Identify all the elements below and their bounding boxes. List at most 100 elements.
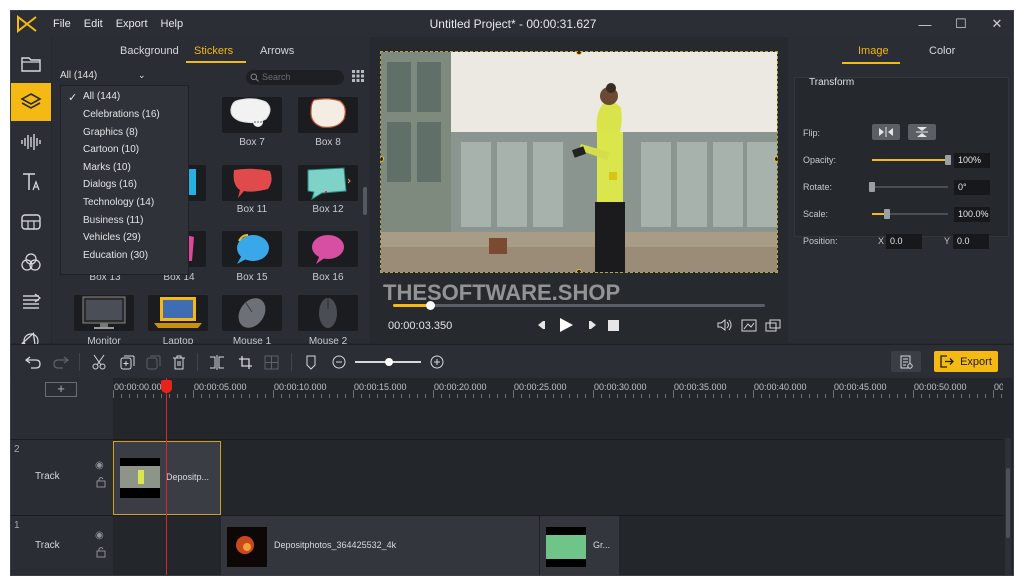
close-icon[interactable]: ✕ xyxy=(979,11,1013,37)
category-option[interactable]: Cartoon (10) xyxy=(61,141,190,158)
zoom-slider[interactable] xyxy=(355,358,421,366)
zoom-in-icon[interactable] xyxy=(429,354,445,370)
marker-icon[interactable] xyxy=(303,354,319,370)
sidebar-audio[interactable] xyxy=(11,123,51,161)
split-icon[interactable] xyxy=(209,354,225,370)
prev-frame-icon[interactable] xyxy=(535,317,551,333)
tab-stickers[interactable]: Stickers xyxy=(194,45,233,57)
opacity-value[interactable]: 100% xyxy=(954,153,990,168)
maximize-icon[interactable]: ☐ xyxy=(943,11,979,37)
resize-handle[interactable] xyxy=(774,156,777,162)
paste-icon[interactable] xyxy=(145,354,161,370)
category-select[interactable]: All (144) ⌄ xyxy=(60,70,150,86)
flip-vertical-icon xyxy=(916,127,928,137)
play-icon[interactable] xyxy=(557,317,575,333)
preview-frame[interactable] xyxy=(380,51,778,273)
category-option[interactable]: Graphics (8) xyxy=(61,124,190,141)
grid-view-icon[interactable] xyxy=(352,70,364,82)
track-name: Track xyxy=(35,540,60,551)
category-option[interactable]: Business (11) xyxy=(61,212,190,229)
flip-vertical-button[interactable] xyxy=(908,124,936,140)
tab-arrows[interactable]: Arrows xyxy=(260,45,294,57)
position-x-input[interactable]: 0.0 xyxy=(886,234,922,249)
playhead[interactable] xyxy=(166,378,167,575)
section-title: Transform xyxy=(809,77,855,88)
eye-icon[interactable]: ◉ xyxy=(95,530,104,541)
sticker-box-7[interactable] xyxy=(222,97,282,133)
rotate-value[interactable]: 0° xyxy=(954,180,990,195)
lock-icon[interactable] xyxy=(96,546,106,558)
sidebar-filters[interactable] xyxy=(11,243,51,281)
category-option[interactable]: Celebrations (16) xyxy=(61,106,190,123)
category-option[interactable]: Dialogs (16) xyxy=(61,176,190,193)
sidebar-overlays[interactable] xyxy=(11,283,51,321)
redo-icon[interactable] xyxy=(53,354,69,370)
seek-knob[interactable] xyxy=(426,301,436,310)
divider xyxy=(291,353,292,371)
sticker-laptop[interactable] xyxy=(148,295,208,331)
lock-icon[interactable] xyxy=(96,476,106,488)
zoom-out-icon[interactable] xyxy=(331,354,347,370)
eye-icon[interactable]: ◉ xyxy=(95,460,104,471)
next-frame-icon[interactable] xyxy=(583,317,599,333)
stop-icon[interactable] xyxy=(605,317,621,333)
sticker-box-12[interactable] xyxy=(298,165,358,201)
flip-horizontal-button[interactable] xyxy=(872,124,900,140)
minimize-icon[interactable]: — xyxy=(907,11,943,37)
add-track-button[interactable]: + xyxy=(45,382,77,397)
sticker-box-16[interactable] xyxy=(298,231,358,267)
timeline-clip[interactable]: Gr... xyxy=(539,516,619,575)
sticker-box-11[interactable] xyxy=(222,165,282,201)
timeline-clip[interactable]: Depositphotos_364425532_4k xyxy=(221,516,539,575)
category-option[interactable]: Technology (14) xyxy=(61,194,190,211)
mosaic-icon[interactable] xyxy=(263,354,279,370)
seek-bar[interactable] xyxy=(393,301,765,310)
sticker-mouse-1[interactable] xyxy=(222,295,282,331)
snapshot-icon[interactable] xyxy=(739,317,759,333)
category-option[interactable]: Vehicles (29) xyxy=(61,229,190,246)
rotate-knob[interactable] xyxy=(869,182,875,192)
category-option[interactable]: Education (30) xyxy=(61,247,190,264)
search-placeholder: Search xyxy=(262,72,291,82)
scale-slider[interactable] xyxy=(872,209,948,219)
position-y-input[interactable]: 0.0 xyxy=(953,234,989,249)
scale-value[interactable]: 100.0% xyxy=(954,207,990,222)
sticker-monitor[interactable] xyxy=(74,295,134,331)
cut-icon[interactable] xyxy=(91,354,107,370)
rotate-slider[interactable] xyxy=(869,182,948,192)
search-input[interactable]: Search xyxy=(246,70,344,85)
scroll-thumb[interactable] xyxy=(1006,468,1010,538)
tab-color[interactable]: Color xyxy=(929,45,955,57)
sticker-box-15[interactable] xyxy=(222,231,282,267)
playhead-handle[interactable] xyxy=(161,380,172,393)
sidebar-transitions[interactable] xyxy=(11,203,51,241)
opacity-slider[interactable] xyxy=(872,155,951,165)
category-option[interactable]: ✓ All (144) xyxy=(61,88,190,105)
copy-icon[interactable] xyxy=(119,354,135,370)
resize-handle[interactable] xyxy=(576,269,582,272)
scale-knob[interactable] xyxy=(884,209,891,219)
export-settings-button[interactable] xyxy=(891,351,921,372)
fullscreen-icon[interactable] xyxy=(763,317,783,333)
library-scrollbar[interactable] xyxy=(363,187,367,215)
sticker-box-8[interactable] xyxy=(298,97,358,133)
timeline-clip[interactable]: Depositp... xyxy=(113,441,221,515)
ruler-tick-label: 00:0( xyxy=(994,382,1003,392)
sidebar-layers[interactable] xyxy=(11,83,51,121)
sticker-mouse-2[interactable] xyxy=(298,295,358,331)
export-button[interactable]: Export xyxy=(934,351,998,372)
opacity-knob[interactable] xyxy=(945,155,951,165)
tab-image[interactable]: Image xyxy=(858,45,889,57)
sidebar-media[interactable] xyxy=(11,45,51,83)
ruler-tick-label: 00:00:05.000 xyxy=(194,382,247,392)
sidebar-text[interactable] xyxy=(11,163,51,201)
volume-icon[interactable] xyxy=(715,317,735,333)
zoom-knob[interactable] xyxy=(385,358,393,366)
delete-icon[interactable] xyxy=(171,354,187,370)
category-option[interactable]: Marks (10) xyxy=(61,159,190,176)
tab-background[interactable]: Background xyxy=(120,45,179,57)
time-ruler[interactable]: 00:00:00.000 00:00:05.000 00:00:10.000 00:0… xyxy=(113,378,1003,438)
crop-icon[interactable] xyxy=(237,354,253,370)
undo-icon[interactable] xyxy=(25,354,41,370)
timeline-scrollbar[interactable] xyxy=(1005,438,1011,575)
